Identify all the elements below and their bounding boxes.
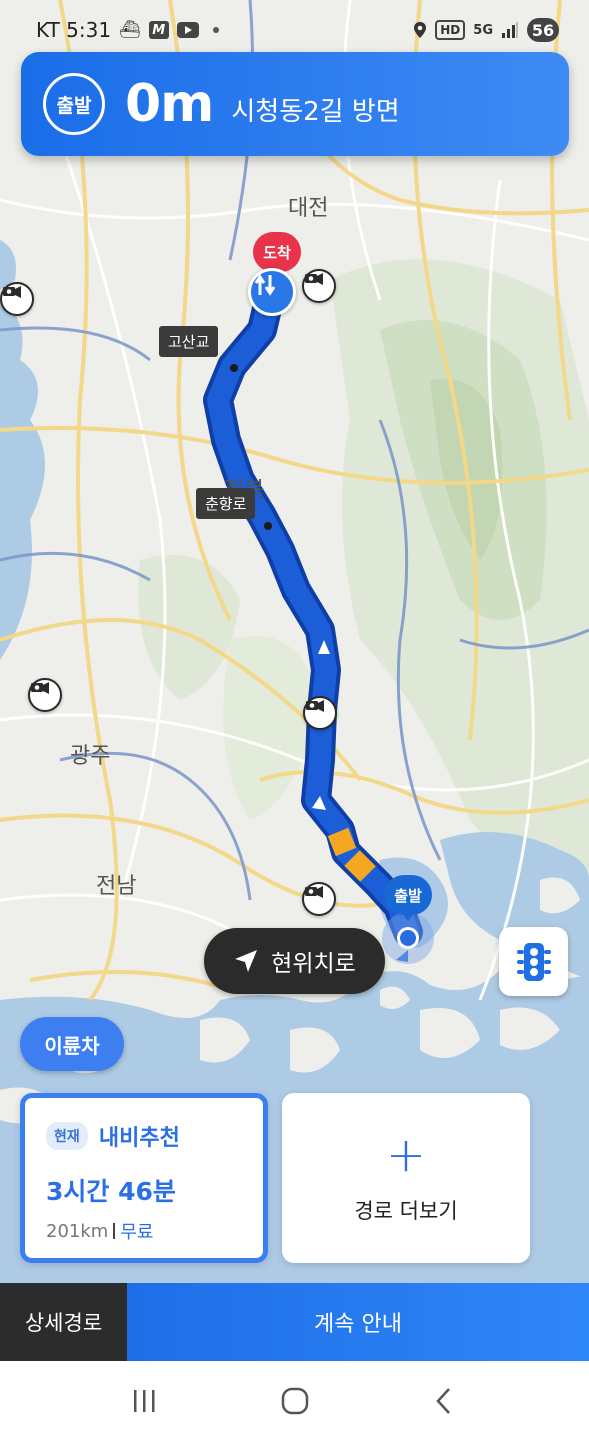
guidance-direction: 시청동2길 방면 [231, 96, 400, 127]
carrier-time: KT 5:31 [36, 18, 112, 42]
route-meta: 201km 무료 [46, 1218, 263, 1244]
guidance-banner[interactable]: 출발 0m 시청동2길 방면 [21, 52, 569, 156]
back-icon[interactable] [430, 1386, 460, 1416]
road-label-gosangyo: 고산교 [159, 326, 219, 357]
traffic-light-icon [516, 942, 551, 981]
speed-camera-icon[interactable] [302, 269, 336, 303]
more-routes-card[interactable]: + 경로 더보기 [282, 1093, 530, 1263]
map-label-gwangju: 광주 [70, 744, 111, 769]
origin-pin[interactable]: 출발 [384, 875, 432, 921]
origin-pin-tail [397, 907, 419, 921]
speed-camera-icon[interactable] [28, 678, 62, 712]
bottom-action-bar: 상세경로 계속 안내 [0, 1283, 589, 1361]
route-separator [113, 1223, 116, 1239]
m-app-icon: M [148, 21, 169, 39]
map-label-daejeon: 대전 [288, 196, 329, 221]
status-bar: KT 5:31 ⛴ M HD 5G 56 [0, 0, 589, 60]
battery-icon: 56 [527, 18, 559, 42]
route-name: 내비추천 [98, 1126, 180, 1151]
current-location-label: 현위치로 [271, 951, 356, 977]
system-nav-bar [0, 1361, 589, 1440]
status-right: HD 5G 56 [413, 18, 559, 42]
route-option-card[interactable]: 현재 내비추천 3시간 46분 201km 무료 [20, 1093, 268, 1263]
current-location-button[interactable]: 현위치로 [204, 928, 385, 994]
route-duration: 3시간 46분 [46, 1177, 176, 1206]
signal-icon [502, 22, 518, 38]
boat-icon: ⛴ [119, 20, 141, 40]
notification-dot-icon [212, 27, 219, 33]
speed-camera-icon[interactable] [302, 882, 336, 916]
speed-camera-icon[interactable] [0, 282, 34, 316]
start-badge: 출발 [43, 73, 105, 135]
network-5g-icon: 5G [473, 22, 493, 38]
route-detail-button[interactable]: 상세경로 [0, 1283, 127, 1361]
recent-apps-icon[interactable] [130, 1386, 160, 1416]
continue-guidance-button[interactable]: 계속 안내 [127, 1283, 589, 1361]
guidance-distance: 0m [125, 74, 214, 134]
navigation-arrow-icon [235, 950, 258, 972]
route-toll: 무료 [120, 1222, 154, 1243]
plus-icon: + [385, 1127, 427, 1183]
route-header: 현재 내비추천 [46, 1120, 263, 1152]
hd-voice-icon: HD [435, 20, 466, 40]
more-routes-label: 경로 더보기 [354, 1199, 458, 1223]
current-route-tag: 현재 [46, 1122, 88, 1150]
location-icon [414, 22, 427, 38]
speed-camera-icon[interactable] [303, 696, 337, 730]
status-left: KT 5:31 ⛴ M [36, 18, 219, 42]
youtube-icon [176, 22, 199, 38]
map-label-jeonnam: 전남 [96, 874, 137, 899]
traffic-toggle-button[interactable] [499, 927, 568, 996]
vehicle-type-button[interactable]: 이륜차 [20, 1017, 124, 1071]
home-icon[interactable] [279, 1385, 311, 1417]
u-turn-icon [248, 268, 296, 316]
road-label-chunhyangro: 춘향로 [196, 488, 256, 519]
route-distance: 201km [46, 1220, 109, 1242]
